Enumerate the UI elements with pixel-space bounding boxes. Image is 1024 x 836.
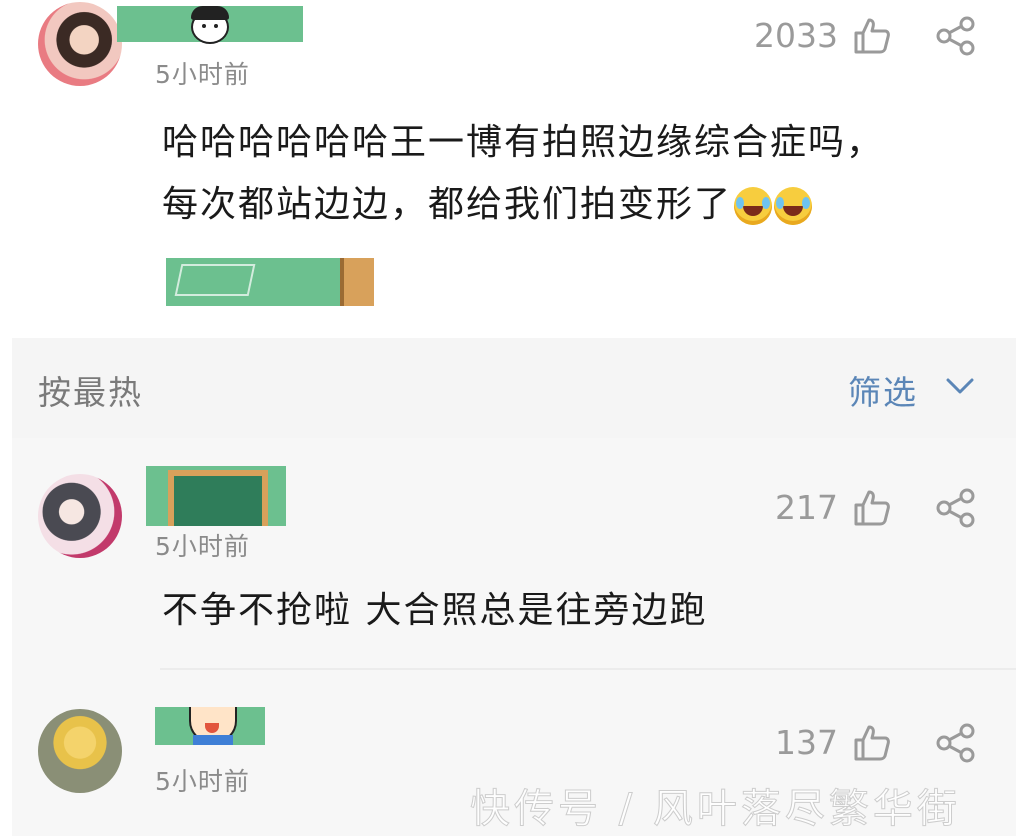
username-obscured[interactable] (155, 707, 265, 745)
comment-feed: 5小时前 2033 哈哈哈哈哈哈王一博有拍照边缘综合症吗， 每次都站边边，都给我… (0, 0, 1024, 836)
thumbs-up-icon[interactable] (852, 723, 892, 763)
watermark: 快传号 / 风叶落尽繁华街 (470, 786, 961, 833)
comment-text-line-2: 每次都站边边，都给我们拍变形了 (162, 174, 813, 236)
avatar[interactable] (38, 2, 122, 86)
share-icon[interactable] (934, 488, 978, 528)
comment-time: 5小时前 (155, 767, 250, 796)
username-obscured[interactable] (117, 6, 303, 44)
divider (160, 668, 1016, 670)
filter-button[interactable]: 筛选 (848, 366, 918, 414)
username-obscured[interactable] (146, 466, 286, 526)
chalkboard-icon (174, 264, 256, 296)
like-count: 137 (775, 723, 838, 762)
comment-time: 5小时前 (155, 60, 250, 89)
share-icon[interactable] (934, 16, 978, 56)
avatar[interactable] (38, 709, 122, 793)
blackboard-icon (168, 470, 268, 526)
like-count: 2033 (754, 16, 838, 55)
cartoon-face-icon (191, 6, 229, 44)
desk-icon (340, 258, 374, 306)
chevron-down-icon[interactable] (944, 374, 976, 398)
laugh-cry-emoji-icon (734, 187, 773, 225)
comment-text-line-1: 哈哈哈哈哈哈王一博有拍照边缘综合症吗， (162, 122, 885, 163)
comment-text: 不争不抢啦 大合照总是往旁边跑 (162, 590, 708, 631)
thumbs-up-icon[interactable] (852, 16, 892, 56)
comment-time: 5小时前 (155, 532, 250, 561)
avatar[interactable] (38, 474, 122, 558)
comment-text-line-2-content: 每次都站边边，都给我们拍变形了 (162, 184, 733, 225)
like-count: 217 (775, 488, 838, 527)
reply-preview-obscured[interactable] (166, 258, 374, 306)
laugh-cry-emoji-icon (774, 187, 813, 225)
thumbs-up-icon[interactable] (852, 488, 892, 528)
share-icon[interactable] (934, 723, 978, 763)
sort-hottest-label[interactable]: 按最热 (38, 366, 143, 414)
